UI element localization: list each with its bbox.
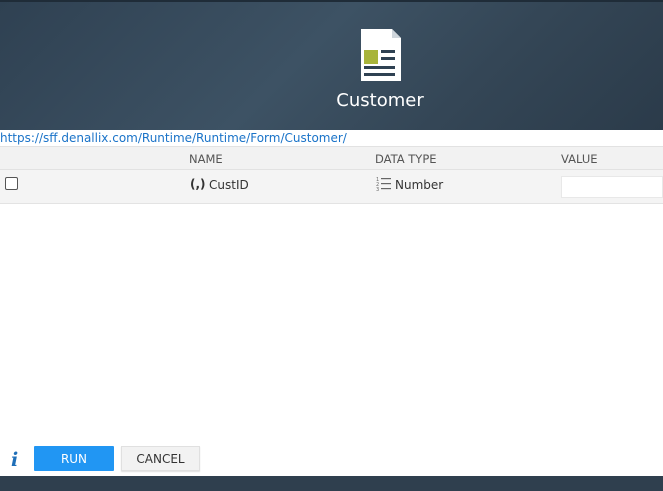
row-name: CustID bbox=[209, 178, 249, 192]
value-input[interactable] bbox=[561, 176, 663, 198]
cancel-button[interactable]: CANCEL bbox=[121, 446, 200, 471]
property-icon: (,) bbox=[190, 177, 206, 191]
table-row: (,) CustID 1 2 3 Number bbox=[0, 170, 663, 204]
column-header-data-type[interactable]: DATA TYPE bbox=[375, 152, 437, 166]
form-url-link[interactable]: https://sff.denallix.com/Runtime/Runtime… bbox=[0, 131, 347, 145]
footer-bar bbox=[0, 476, 663, 491]
svg-text:3: 3 bbox=[376, 187, 379, 192]
run-button[interactable]: RUN bbox=[34, 446, 114, 471]
column-header-name[interactable]: NAME bbox=[189, 152, 223, 166]
row-select-checkbox[interactable] bbox=[5, 177, 18, 190]
form-document-icon bbox=[361, 29, 401, 81]
table-header: NAME DATA TYPE VALUE bbox=[0, 146, 663, 170]
column-header-value[interactable]: VALUE bbox=[561, 152, 598, 166]
numbered-list-icon: 1 2 3 bbox=[376, 177, 391, 192]
page-title: Customer bbox=[336, 90, 424, 111]
info-icon[interactable]: i bbox=[11, 449, 18, 471]
row-data-type: Number bbox=[395, 178, 444, 192]
page: Customer https://sff.denallix.com/Runtim… bbox=[0, 0, 663, 491]
header-banner: Customer bbox=[0, 0, 663, 130]
